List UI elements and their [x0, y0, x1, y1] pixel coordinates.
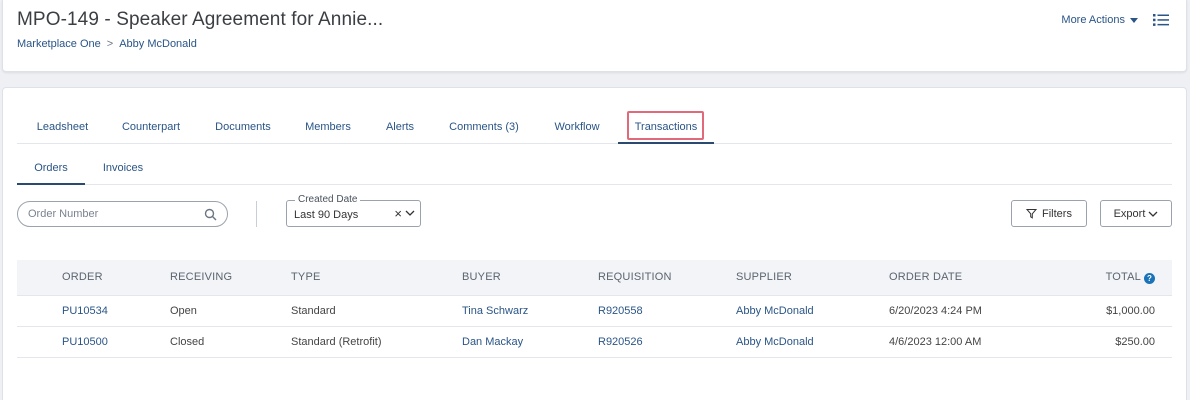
caret-down-icon	[1130, 17, 1138, 23]
toolbar-divider	[256, 201, 257, 227]
total-cell: $1,000.00	[1106, 305, 1155, 317]
buyer-link[interactable]: Dan Mackay	[462, 336, 523, 348]
export-button-label: Export	[1113, 207, 1146, 220]
tab-workflow[interactable]: Workflow	[552, 112, 602, 144]
filter-icon	[1026, 209, 1038, 219]
table-row[interactable]: PU10500 Closed Standard (Retrofit) Dan M…	[17, 327, 1172, 358]
tab-alerts[interactable]: Alerts	[384, 112, 416, 144]
buyer-link[interactable]: Tina Schwarz	[462, 305, 528, 317]
transactions-panel: Leadsheet Counterpart Documents Members …	[2, 87, 1187, 400]
record-tabs: Leadsheet Counterpart Documents Members …	[17, 111, 1172, 144]
breadcrumb-item-supplier[interactable]: Abby McDonald	[119, 38, 197, 50]
column-header-order[interactable]: ORDER	[62, 271, 103, 283]
subtab-orders[interactable]: Orders	[17, 154, 85, 185]
tab-comments[interactable]: Comments (3)	[449, 112, 519, 144]
breadcrumb: Marketplace One > Abby McDonald	[17, 38, 197, 50]
column-header-requisition[interactable]: REQUISITION	[598, 271, 672, 283]
column-header-total-label: TOTAL	[1105, 271, 1141, 283]
filters-button[interactable]: Filters	[1011, 200, 1087, 227]
created-date-select[interactable]: Created Date Last 90 Days ×	[286, 194, 421, 227]
filters-button-label: Filters	[1042, 207, 1072, 220]
tab-members[interactable]: Members	[304, 112, 352, 144]
subtab-invoices[interactable]: Invoices	[101, 154, 145, 185]
order-search	[17, 201, 228, 227]
export-button[interactable]: Export	[1100, 200, 1172, 227]
tab-counterpart[interactable]: Counterpart	[120, 112, 182, 144]
table-row[interactable]: PU10534 Open Standard Tina Schwarz R9205…	[17, 296, 1172, 327]
tab-documents[interactable]: Documents	[214, 112, 272, 144]
record-header: MPO-149 - Speaker Agreement for Annie...…	[2, 0, 1187, 72]
more-actions-label: More Actions	[1061, 14, 1125, 26]
total-cell: $250.00	[1115, 336, 1155, 348]
requisition-link[interactable]: R920558	[598, 305, 643, 317]
column-header-order-date[interactable]: ORDER DATE	[889, 271, 962, 283]
supplier-link[interactable]: Abby McDonald	[736, 305, 814, 317]
page-title: MPO-149 - Speaker Agreement for Annie...	[17, 9, 384, 30]
transaction-subtabs: Orders Invoices	[17, 154, 1172, 185]
receiving-cell: Open	[170, 305, 197, 317]
order-link[interactable]: PU10534	[62, 305, 108, 317]
supplier-link[interactable]: Abby McDonald	[736, 336, 814, 348]
requisition-link[interactable]: R920526	[598, 336, 643, 348]
list-view-icon[interactable]	[1153, 13, 1169, 27]
table-header: ORDER RECEIVING TYPE BUYER REQUISITION S…	[17, 260, 1172, 296]
tab-transactions[interactable]: Transactions	[618, 112, 714, 144]
breadcrumb-separator: >	[106, 38, 114, 50]
order-link[interactable]: PU10500	[62, 336, 108, 348]
column-header-total[interactable]: TOTAL?	[1106, 271, 1155, 284]
breadcrumb-item-marketplace[interactable]: Marketplace One	[17, 38, 101, 50]
tab-leadsheet[interactable]: Leadsheet	[35, 112, 90, 144]
help-icon[interactable]: ?	[1144, 273, 1155, 284]
column-header-receiving[interactable]: RECEIVING	[170, 271, 232, 283]
chevron-down-icon	[1148, 211, 1158, 217]
type-cell: Standard (Retrofit)	[291, 336, 382, 348]
order-date-cell: 6/20/2023 4:24 PM	[889, 305, 982, 317]
type-cell: Standard	[291, 305, 336, 317]
column-header-supplier[interactable]: SUPPLIER	[736, 271, 792, 283]
more-actions-button[interactable]: More Actions	[1061, 14, 1138, 26]
column-header-buyer[interactable]: BUYER	[462, 271, 501, 283]
receiving-cell: Closed	[170, 336, 205, 348]
chevron-down-icon	[405, 210, 415, 216]
created-date-label: Created Date	[295, 194, 361, 205]
search-icon[interactable]	[204, 208, 217, 221]
order-number-search-input[interactable]	[28, 208, 198, 220]
column-header-type[interactable]: TYPE	[291, 271, 321, 283]
orders-table: ORDER RECEIVING TYPE BUYER REQUISITION S…	[17, 260, 1172, 358]
created-date-value: Last 90 Days	[294, 209, 359, 221]
order-date-cell: 4/6/2023 12:00 AM	[889, 336, 982, 348]
clear-icon[interactable]: ×	[394, 206, 402, 221]
